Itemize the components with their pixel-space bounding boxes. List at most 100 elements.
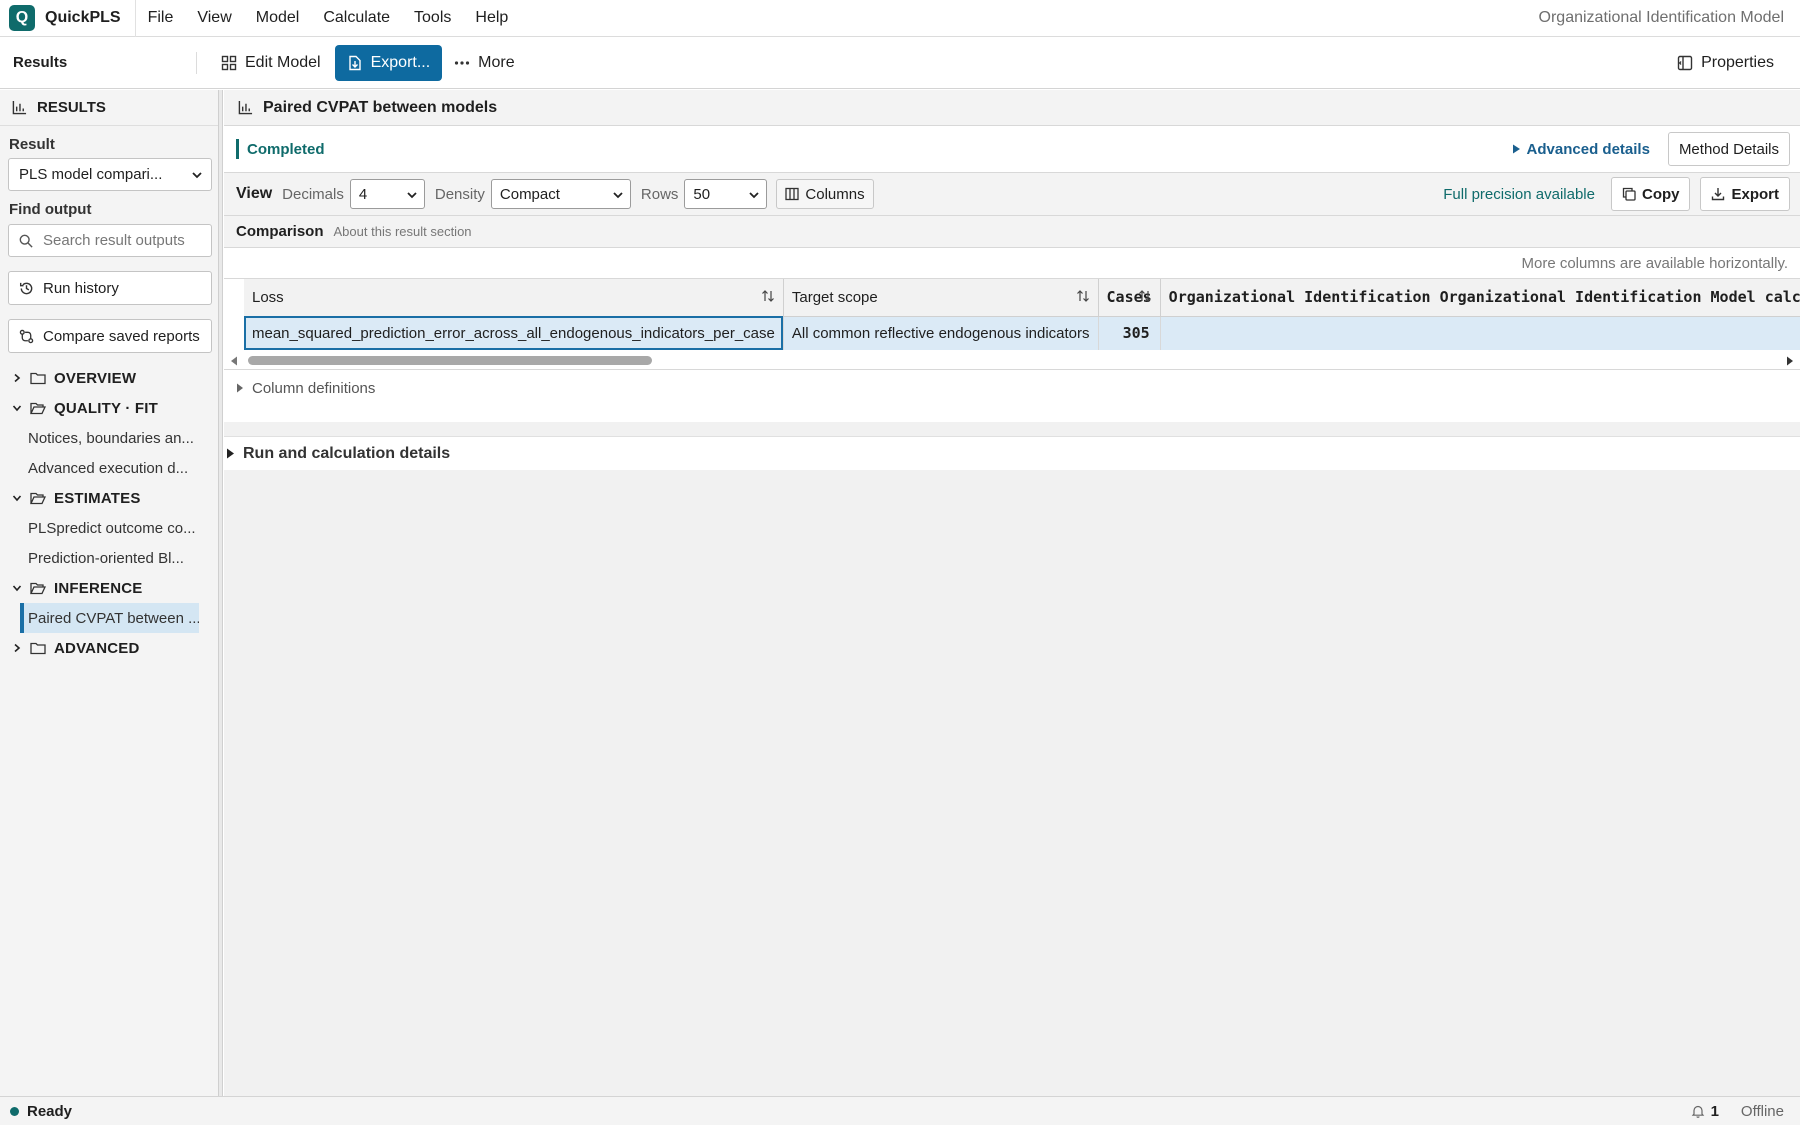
chevron-down-icon (749, 192, 760, 199)
folder-icon (30, 642, 46, 655)
rows-select[interactable]: 50 (684, 179, 768, 209)
toolbar-divider (196, 51, 197, 74)
triangle-right-icon (237, 383, 243, 393)
menu-view[interactable]: View (185, 9, 243, 27)
table-header-row: Loss Target scope Cases Organizational I… (244, 279, 1800, 317)
scroll-left-icon[interactable] (230, 356, 238, 366)
column-header-loss[interactable]: Loss (244, 279, 784, 317)
sort-icon[interactable] (1138, 289, 1152, 303)
menu-file[interactable]: File (136, 9, 186, 27)
table-row[interactable]: mean_squared_prediction_error_across_all… (244, 316, 1800, 350)
tree-group-inference[interactable]: INFERENCE (0, 573, 218, 603)
status-dot-icon (10, 1106, 19, 1116)
result-select[interactable]: PLS model compari... (8, 158, 212, 191)
run-history-label: Run history (43, 279, 119, 297)
notifications-button[interactable]: 1 (1691, 1103, 1719, 1120)
tree-group-advanced[interactable]: ADVANCED (0, 633, 218, 663)
status-badge: Completed (236, 139, 325, 159)
menu-tools[interactable]: Tools (402, 9, 463, 27)
edit-model-button[interactable]: Edit Model (209, 45, 333, 81)
sidebar-resize-handle[interactable] (219, 90, 223, 1096)
cell-cases[interactable]: 305 (1098, 316, 1161, 350)
chevron-down-icon (407, 192, 417, 199)
app-logo: Q (9, 5, 35, 31)
run-history-button[interactable]: Run history (8, 271, 212, 305)
tree-group-quality[interactable]: QUALITY · FIT (0, 393, 218, 423)
tree-group-advanced-label: ADVANCED (54, 639, 140, 657)
folder-open-icon (30, 402, 46, 415)
bell-icon (1691, 1105, 1704, 1118)
properties-button[interactable]: Properties (1665, 45, 1786, 81)
tree-group-estimates[interactable]: ESTIMATES (0, 483, 218, 513)
download-icon (1712, 188, 1725, 201)
more-button[interactable]: More (442, 45, 526, 81)
sidebar-title: RESULTS (37, 99, 106, 116)
tree-group-overview-label: OVERVIEW (54, 369, 137, 387)
bar-chart-icon (238, 100, 253, 115)
folder-icon (30, 372, 46, 385)
cell-target-scope[interactable]: All common reflective endogenous indicat… (783, 316, 1099, 350)
chevron-right-icon (14, 373, 21, 383)
export-table-button[interactable]: Export (1700, 177, 1790, 211)
triangle-right-icon (227, 448, 234, 459)
sort-icon[interactable] (761, 289, 775, 303)
more-columns-note: More columns are available horizontally. (224, 248, 1800, 278)
statusbar: Ready 1 Offline (0, 1096, 1800, 1125)
copy-icon (1622, 187, 1636, 201)
results-sidebar: RESULTS Result PLS model compari... Find… (0, 90, 219, 1096)
column-header-target-scope[interactable]: Target scope (783, 279, 1099, 317)
cell-model-calc[interactable] (1160, 316, 1800, 350)
tree-item-paired-cvpat[interactable]: Paired CVPAT between ... (20, 603, 199, 633)
column-header-cases[interactable]: Cases (1098, 279, 1161, 317)
search-outputs-placeholder: Search result outputs (43, 232, 185, 249)
column-definitions-toggle[interactable]: Column definitions (224, 370, 1800, 406)
columns-button[interactable]: Columns (776, 179, 874, 209)
tree-item-advanced-execution[interactable]: Advanced execution d... (0, 453, 198, 483)
comparison-section-header: Comparison About this result section (224, 216, 1800, 248)
scroll-right-icon[interactable] (1786, 356, 1794, 366)
tree-group-overview[interactable]: OVERVIEW (0, 363, 218, 393)
folder-open-icon (30, 582, 46, 595)
menu-help[interactable]: Help (463, 9, 520, 27)
precision-note: Full precision available (1443, 185, 1595, 203)
horizontal-scrollbar[interactable] (224, 352, 1800, 370)
edit-model-label: Edit Model (245, 53, 321, 71)
method-details-button[interactable]: Method Details (1667, 132, 1790, 166)
chevron-down-icon (12, 585, 22, 592)
about-section-link[interactable]: About this result section (334, 224, 472, 239)
column-header-target-scope-label: Target scope (791, 288, 878, 306)
sidebar-header: RESULTS (0, 90, 218, 126)
decimals-select[interactable]: 4 (349, 179, 425, 209)
compare-reports-button[interactable]: Compare saved reports (8, 319, 212, 353)
compare-reports-label: Compare saved reports (43, 327, 200, 345)
results-grid: Loss Target scope Cases Organizational I… (224, 278, 1800, 370)
history-icon (19, 282, 33, 294)
density-select[interactable]: Compact (490, 179, 631, 209)
run-details-label: Run and calculation details (243, 444, 451, 462)
toolbar: Results Edit Model Export... More Proper… (0, 37, 1800, 89)
scrollbar-thumb[interactable] (248, 356, 652, 365)
column-header-model-calc[interactable]: Organizational Identification Organizati… (1160, 279, 1800, 317)
sort-icon[interactable] (1076, 289, 1090, 303)
ellipsis-icon (455, 60, 470, 65)
decimals-label: Decimals (282, 185, 344, 203)
rows-value: 50 (693, 185, 711, 203)
export-file-icon (348, 55, 361, 70)
run-details-toggle[interactable]: Run and calculation details (224, 436, 1800, 470)
menu-model[interactable]: Model (244, 9, 312, 27)
result-header: Paired CVPAT between models (224, 90, 1800, 126)
tree-item-notices[interactable]: Notices, boundaries an... (0, 423, 198, 453)
tree-item-prediction-oriented[interactable]: Prediction-oriented Bl... (0, 543, 198, 573)
copy-button[interactable]: Copy (1610, 177, 1691, 211)
folder-open-icon (30, 492, 46, 505)
tree-item-plspredict[interactable]: PLSpredict outcome co... (0, 513, 198, 543)
column-definitions-label: Column definitions (252, 379, 376, 397)
advanced-details-toggle[interactable]: Advanced details (1512, 141, 1650, 158)
search-outputs-input[interactable]: Search result outputs (8, 224, 212, 257)
cell-loss[interactable]: mean_squared_prediction_error_across_all… (244, 316, 784, 350)
menu-calculate[interactable]: Calculate (311, 9, 402, 27)
export-menu-button[interactable]: Export... (334, 44, 443, 81)
bar-chart-icon (12, 100, 27, 115)
view-controls: View Decimals 4 Density Compact Rows 50 … (224, 173, 1800, 216)
columns-label: Columns (805, 185, 865, 203)
